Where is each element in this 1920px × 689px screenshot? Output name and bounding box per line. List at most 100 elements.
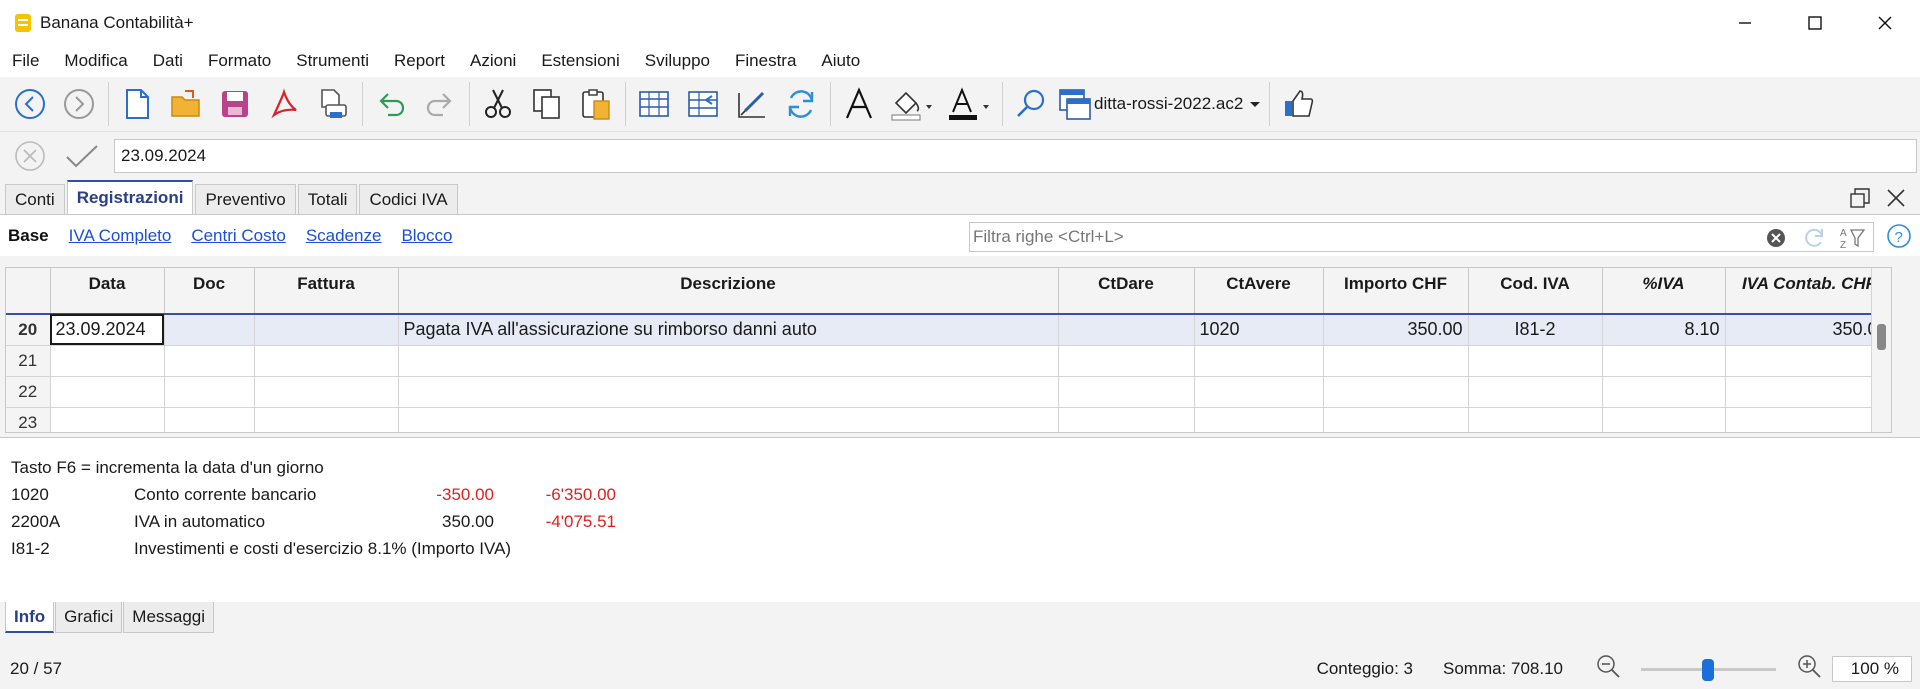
- cell-doc[interactable]: [164, 314, 255, 346]
- fill-color-button[interactable]: [886, 82, 938, 126]
- column-header-ctdare[interactable]: CtDare: [1058, 268, 1195, 315]
- cell-cod-iva[interactable]: [1468, 376, 1603, 408]
- menu-modifica[interactable]: Modifica: [64, 51, 127, 71]
- cell-ctavere[interactable]: [1194, 376, 1324, 408]
- cell-descrizione[interactable]: [398, 345, 1059, 377]
- cell-cod-iva[interactable]: I81-2: [1468, 314, 1603, 346]
- cell-ctavere[interactable]: [1194, 407, 1324, 432]
- cell-ctdare[interactable]: [1058, 314, 1195, 346]
- close-window-button[interactable]: [1850, 0, 1920, 45]
- row-number[interactable]: 23: [6, 407, 51, 432]
- confirm-edit-button[interactable]: [62, 136, 102, 176]
- cell-importo[interactable]: [1323, 376, 1469, 408]
- cell-data[interactable]: [50, 376, 165, 408]
- cell-cod-iva[interactable]: [1468, 407, 1603, 432]
- cell-ctdare[interactable]: [1058, 345, 1195, 377]
- cell-importo[interactable]: [1323, 345, 1469, 377]
- cell-iva-contab[interactable]: [1725, 407, 1891, 432]
- tab-preventivo[interactable]: Preventivo: [195, 184, 296, 214]
- cell-perc-iva[interactable]: [1602, 345, 1726, 377]
- text-color-button[interactable]: [943, 82, 995, 126]
- view-centri-costo[interactable]: Centri Costo: [191, 226, 285, 246]
- cell-ctavere[interactable]: 1020: [1194, 314, 1324, 346]
- print-button[interactable]: [311, 82, 355, 126]
- insert-rows-button[interactable]: [632, 82, 676, 126]
- save-button[interactable]: [213, 82, 257, 126]
- menu-sviluppo[interactable]: Sviluppo: [645, 51, 710, 71]
- font-button[interactable]: [837, 82, 881, 126]
- cell-data[interactable]: [50, 407, 165, 432]
- help-button[interactable]: ?: [1886, 223, 1912, 254]
- menu-report[interactable]: Report: [394, 51, 445, 71]
- menu-aiuto[interactable]: Aiuto: [821, 51, 860, 71]
- new-file-button[interactable]: [115, 82, 159, 126]
- zoom-in-button[interactable]: [1796, 653, 1822, 684]
- cell-ctdare[interactable]: [1058, 407, 1195, 432]
- cut-button[interactable]: [476, 82, 520, 126]
- scrollbar-thumb[interactable]: [1877, 324, 1886, 350]
- column-header-iva-contab[interactable]: IVA Contab. CHF: [1725, 268, 1891, 315]
- clear-filter-button[interactable]: [1763, 226, 1789, 250]
- row-number[interactable]: 22: [6, 376, 51, 408]
- view-scadenze[interactable]: Scadenze: [306, 226, 382, 246]
- tab-registrazioni[interactable]: Registrazioni: [66, 180, 194, 214]
- row-number[interactable]: 21: [6, 345, 51, 377]
- cell-iva-contab[interactable]: [1725, 376, 1891, 408]
- column-header-ctavere[interactable]: CtAvere: [1194, 268, 1324, 315]
- column-header-doc[interactable]: Doc: [164, 268, 255, 315]
- cancel-edit-button[interactable]: [10, 136, 50, 176]
- restore-window-button[interactable]: [1846, 184, 1874, 212]
- pdf-button[interactable]: [262, 82, 306, 126]
- menu-strumenti[interactable]: Strumenti: [296, 51, 369, 71]
- recalculate-button[interactable]: [779, 82, 823, 126]
- cell-iva-contab[interactable]: [1725, 345, 1891, 377]
- cell-fattura[interactable]: [254, 314, 399, 346]
- menu-dati[interactable]: Dati: [153, 51, 183, 71]
- cell-data[interactable]: 23.09.2024: [50, 314, 165, 346]
- cell-fattura[interactable]: [254, 345, 399, 377]
- menu-azioni[interactable]: Azioni: [470, 51, 516, 71]
- table-row[interactable]: 20 23.09.2024 Pagata IVA all'assicurazio…: [6, 314, 1891, 346]
- paste-button[interactable]: [574, 82, 618, 126]
- row-number[interactable]: 20: [6, 314, 51, 346]
- close-table-button[interactable]: [1882, 184, 1910, 212]
- cell-fattura[interactable]: [254, 376, 399, 408]
- menu-estensioni[interactable]: Estensioni: [541, 51, 619, 71]
- app-preferences-button[interactable]: [1276, 82, 1320, 126]
- cell-perc-iva[interactable]: [1602, 376, 1726, 408]
- complete-row-button[interactable]: [681, 82, 725, 126]
- column-header-descrizione[interactable]: Descrizione: [398, 268, 1059, 315]
- tab-conti[interactable]: Conti: [5, 184, 65, 214]
- back-button[interactable]: [8, 82, 52, 126]
- tab-grafici[interactable]: Grafici: [55, 602, 123, 633]
- filter-rows-input[interactable]: Filtra righe <Ctrl+L> AZ: [969, 222, 1874, 252]
- maximize-button[interactable]: [1780, 0, 1850, 45]
- cell-doc[interactable]: [164, 376, 255, 408]
- table-row[interactable]: 21: [6, 345, 1891, 377]
- vertical-scrollbar[interactable]: [1871, 268, 1891, 432]
- open-file-button[interactable]: [164, 82, 208, 126]
- cell-descrizione[interactable]: Pagata IVA all'assicurazione su rimborso…: [398, 314, 1059, 346]
- column-header-cod-iva[interactable]: Cod. IVA: [1468, 268, 1603, 315]
- sort-filter-button[interactable]: AZ: [1839, 226, 1865, 250]
- cell-importo[interactable]: [1323, 407, 1469, 432]
- tab-codici-iva[interactable]: Codici IVA: [359, 184, 458, 214]
- cell-ctdare[interactable]: [1058, 376, 1195, 408]
- open-file-selector[interactable]: ditta-rossi-2022.ac2: [1058, 87, 1261, 121]
- tab-info[interactable]: Info: [5, 602, 55, 633]
- cell-doc[interactable]: [164, 345, 255, 377]
- cell-descrizione[interactable]: [398, 376, 1059, 408]
- zoom-slider-thumb[interactable]: [1702, 658, 1714, 681]
- cell-editor-input[interactable]: 23.09.2024: [114, 138, 1917, 173]
- minimize-button[interactable]: [1710, 0, 1780, 45]
- view-blocco[interactable]: Blocco: [401, 226, 452, 246]
- redo-button[interactable]: [418, 82, 462, 126]
- menu-formato[interactable]: Formato: [208, 51, 271, 71]
- cell-perc-iva[interactable]: [1602, 407, 1726, 432]
- cell-importo[interactable]: 350.00: [1323, 314, 1469, 346]
- forward-button[interactable]: [57, 82, 101, 126]
- column-header-importo[interactable]: Importo CHF: [1323, 268, 1469, 315]
- undo-button[interactable]: [369, 82, 413, 126]
- view-iva-completo[interactable]: IVA Completo: [69, 226, 172, 246]
- column-header-data[interactable]: Data: [50, 268, 165, 315]
